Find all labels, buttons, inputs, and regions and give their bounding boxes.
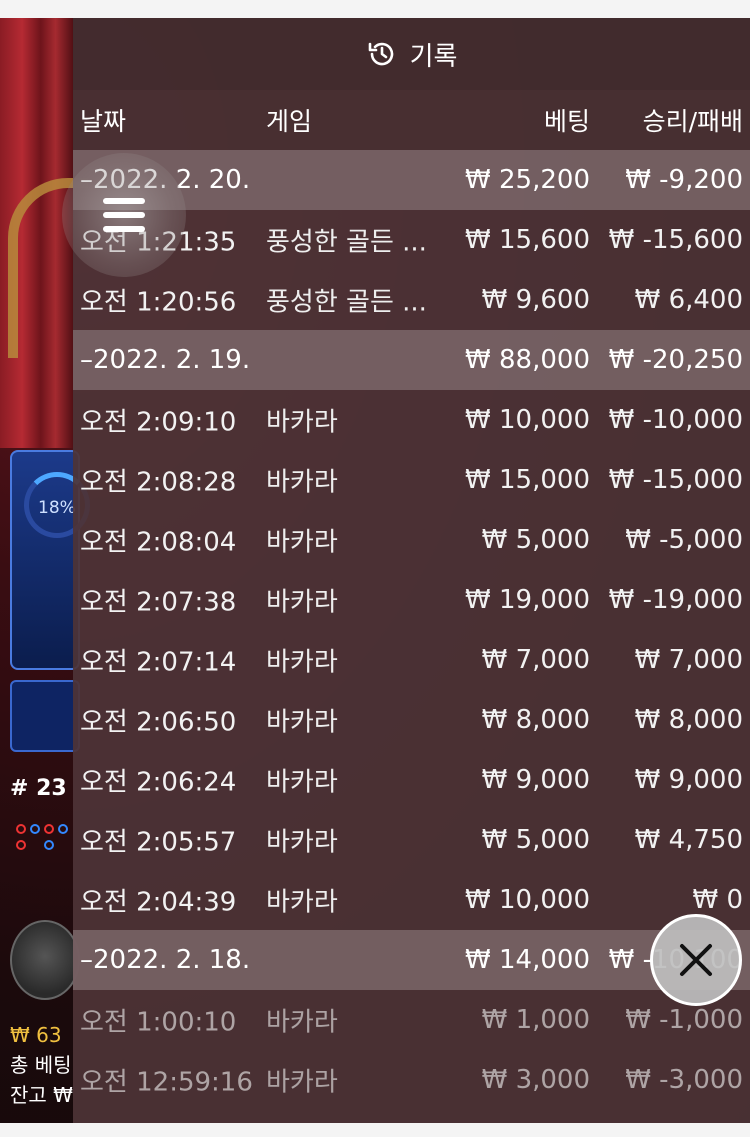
history-row: 오전 2:04:39 바카라 ₩ 10,000 ₩ 0 <box>73 870 750 930</box>
row-time: 오전 2:04:39 <box>80 887 237 918</box>
row-time: 오전 2:06:50 <box>80 707 237 738</box>
row-bet: ₩ 1,000 <box>481 1005 590 1035</box>
hamburger-menu-icon <box>103 198 145 232</box>
row-bet: ₩ 14,000 <box>465 945 590 975</box>
column-headers: 날짜 게임 베팅 승리/패배 <box>73 90 750 150</box>
row-game: 바카라 <box>266 407 338 438</box>
history-row: 오전 12:59:16 바카라 ₩ 3,000 ₩ -3,000 <box>73 1050 750 1110</box>
row-time: 오전 2:06:24 <box>80 767 237 798</box>
balance-value: ₩ 63 <box>10 1023 62 1047</box>
history-row: 오전 2:06:50 바카라 ₩ 8,000 ₩ 8,000 <box>73 690 750 750</box>
row-win-loss: ₩ -10,000 <box>608 405 743 435</box>
history-row: 오전 2:05:57 바카라 ₩ 5,000 ₩ 4,750 <box>73 810 750 870</box>
row-game: 바카라 <box>266 527 338 558</box>
row-time: 오전 2:07:14 <box>80 647 237 678</box>
row-time: 오전 2:08:28 <box>80 467 237 498</box>
row-win-loss: ₩ -15,000 <box>608 465 743 495</box>
row-bet: ₩ 3,000 <box>481 1065 590 1095</box>
player-bet-panel[interactable]: 18% <box>10 450 90 670</box>
row-bet: ₩ 5,000 <box>481 525 590 555</box>
chip-button[interactable] <box>10 920 80 1000</box>
close-x-icon <box>680 944 712 976</box>
history-row: 오전 2:08:04 바카라 ₩ 5,000 ₩ -5,000 <box>73 510 750 570</box>
row-win-loss: ₩ 9,000 <box>634 765 743 795</box>
history-row: 오전 1:20:56 풍성한 골든 ... ₩ 9,600 ₩ 6,400 <box>73 270 750 330</box>
row-game: 풍성한 골든 ... <box>266 227 427 258</box>
row-game: 바카라 <box>266 587 338 618</box>
bet-percent: 18% <box>38 498 76 518</box>
row-win-loss: ₩ 0 <box>692 885 743 915</box>
row-game: 바카라 <box>266 1007 338 1038</box>
row-time: 오전 2:07:38 <box>80 587 237 618</box>
roadmap <box>16 820 76 920</box>
row-time: 오전 1:20:56 <box>80 287 237 318</box>
row-win-loss: ₩ -3,000 <box>625 1065 743 1095</box>
row-bet: ₩ 15,000 <box>465 465 590 495</box>
col-game: 게임 <box>266 107 313 136</box>
row-time: 오전 1:00:10 <box>80 1007 237 1038</box>
balance-info: ₩ 63 총 베팅 잔고 ₩ <box>10 1020 73 1110</box>
group-date: –2022. 2. 18. <box>80 945 251 975</box>
row-game: 바카라 <box>266 707 338 738</box>
row-win-loss: ₩ 6,400 <box>634 285 743 315</box>
row-time: 오전 2:05:57 <box>80 827 237 858</box>
row-game: 바카라 <box>266 467 338 498</box>
row-bet: ₩ 7,000 <box>481 645 590 675</box>
col-bet: 베팅 <box>543 107 590 136</box>
history-row: 오전 1:00:10 바카라 ₩ 1,000 ₩ -1,000 <box>73 990 750 1050</box>
row-bet: ₩ 8,000 <box>481 705 590 735</box>
row-win-loss: ₩ 8,000 <box>634 705 743 735</box>
date-group-row[interactable]: –2022. 2. 18.₩ 14,000₩ -10,100 <box>73 930 750 990</box>
row-bet: ₩ 88,000 <box>465 345 590 375</box>
total-bet-label: 총 베팅 <box>10 1053 72 1077</box>
history-header: 기록 <box>73 18 750 90</box>
menu-button[interactable] <box>62 153 186 277</box>
group-date: –2022. 2. 19. <box>80 345 251 375</box>
row-bet: ₩ 5,000 <box>481 825 590 855</box>
row-bet: ₩ 9,600 <box>481 285 590 315</box>
history-row: 오전 2:09:10 바카라 ₩ 10,000 ₩ -10,000 <box>73 390 750 450</box>
row-win-loss: ₩ -20,250 <box>608 345 743 375</box>
row-win-loss: ₩ -5,000 <box>625 525 743 555</box>
row-bet: ₩ 15,600 <box>465 225 590 255</box>
row-win-loss: ₩ 4,750 <box>634 825 743 855</box>
table-curtain <box>0 18 88 448</box>
close-button[interactable] <box>650 914 742 1006</box>
history-clock-icon <box>368 42 393 66</box>
history-row: 오전 2:08:28 바카라 ₩ 15,000 ₩ -15,000 <box>73 450 750 510</box>
history-list: –2022. 2. 20.₩ 25,200₩ -9,200오전 1:21:35풍… <box>73 150 750 1110</box>
row-win-loss: ₩ -19,000 <box>608 585 743 615</box>
row-game: 바카라 <box>266 647 338 678</box>
history-row: 오전 2:07:38 바카라 ₩ 19,000 ₩ -19,000 <box>73 570 750 630</box>
row-game: 바카라 <box>266 887 338 918</box>
row-game: 바카라 <box>266 767 338 798</box>
row-bet: ₩ 10,000 <box>465 885 590 915</box>
side-bet-panel[interactable] <box>10 680 80 752</box>
col-date: 날짜 <box>80 107 127 136</box>
row-bet: ₩ 19,000 <box>465 585 590 615</box>
row-win-loss: ₩ -9,200 <box>625 165 743 195</box>
row-game: 풍성한 골든 ... <box>266 287 427 318</box>
date-group-row[interactable]: –2022. 2. 19. ₩ 88,000 ₩ -20,250 <box>73 330 750 390</box>
round-number: # 23 <box>10 776 67 801</box>
row-bet: ₩ 25,200 <box>465 165 590 195</box>
row-win-loss: ₩ 7,000 <box>634 645 743 675</box>
row-time: 오전 2:09:10 <box>80 407 237 438</box>
row-win-loss: ₩ -15,600 <box>608 225 743 255</box>
row-game: 바카라 <box>266 827 338 858</box>
status-strip <box>0 0 750 18</box>
history-row: 오전 2:06:24 바카라 ₩ 9,000 ₩ 9,000 <box>73 750 750 810</box>
home-indicator-strip <box>0 1123 750 1137</box>
history-title: 기록 <box>409 41 458 72</box>
row-time: 오전 12:59:16 <box>80 1067 253 1098</box>
row-bet: ₩ 9,000 <box>481 765 590 795</box>
row-game: 바카라 <box>266 1067 338 1098</box>
col-win-loss: 승리/패배 <box>642 107 743 136</box>
balance-label: 잔고 ₩ <box>10 1083 73 1107</box>
row-bet: ₩ 10,000 <box>465 405 590 435</box>
history-row: 오전 2:07:14 바카라 ₩ 7,000 ₩ 7,000 <box>73 630 750 690</box>
row-win-loss: ₩ -1,000 <box>625 1005 743 1035</box>
row-time: 오전 2:08:04 <box>80 527 237 558</box>
